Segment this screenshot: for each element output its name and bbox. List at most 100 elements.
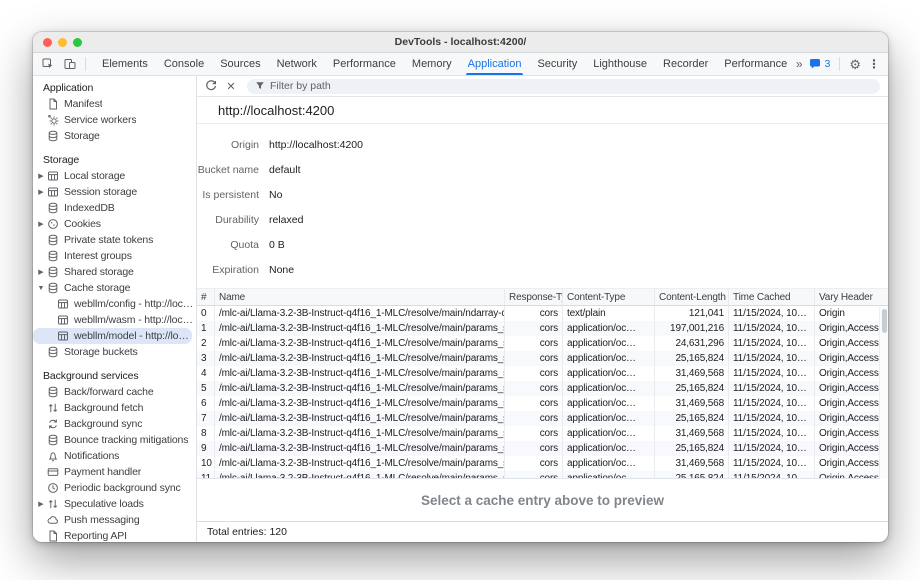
panel-tabs: ElementsConsoleSourcesNetworkPerformance… (94, 53, 788, 75)
report-key: Durability (197, 214, 259, 226)
cell-vary-header: Origin,Access… (815, 351, 879, 366)
table-row[interactable]: 9/mlc-ai/Llama-3.2-3B-Instruct-q4f16_1-M… (197, 441, 888, 456)
tab-application[interactable]: Application (460, 53, 530, 75)
settings-gear-icon[interactable]: ⚙ (849, 58, 861, 71)
sidebar-item-push-messaging[interactable]: Push messaging (33, 512, 196, 528)
column-header-time-cached[interactable]: Time Cached (729, 289, 815, 305)
bell-icon (46, 450, 59, 463)
inspect-element-icon[interactable] (39, 56, 57, 73)
chevron-right-icon[interactable]: ▶ (36, 172, 46, 180)
clock-icon (46, 482, 59, 495)
chevron-right-icon[interactable]: ▶ (36, 220, 46, 228)
column-header-[interactable]: # (197, 289, 215, 305)
cell-index: 10 (197, 456, 215, 471)
sidebar-item-shared-storage[interactable]: ▶Shared storage (33, 264, 196, 280)
tab-network[interactable]: Network (269, 53, 325, 75)
table-row[interactable]: 11/mlc-ai/Llama-3.2-3B-Instruct-q4f16_1-… (197, 471, 888, 478)
device-toolbar-icon[interactable] (61, 56, 79, 73)
table-scrollbar[interactable] (879, 307, 888, 479)
tab-lighthouse[interactable]: Lighthouse (585, 53, 655, 75)
sidebar-item-service-workers[interactable]: Service workers (33, 112, 196, 128)
preview-pane: Select a cache entry above to preview (197, 478, 888, 521)
tab-performance[interactable]: Performance (325, 53, 404, 75)
sidebar-item-private-state-tokens[interactable]: Private state tokens (33, 232, 196, 248)
chevron-right-icon[interactable]: ▶ (36, 500, 46, 508)
sidebar-item-background-fetch[interactable]: Background fetch (33, 400, 196, 416)
sidebar-item-storage-buckets[interactable]: Storage buckets (33, 344, 196, 360)
table-row[interactable]: 7/mlc-ai/Llama-3.2-3B-Instruct-q4f16_1-M… (197, 411, 888, 426)
cell-time-cached: 11/15/2024, 10… (729, 396, 815, 411)
sidebar-item-session-storage[interactable]: ▶Session storage (33, 184, 196, 200)
column-header-content-type[interactable]: Content-Type (563, 289, 655, 305)
tab-memory[interactable]: Memory (404, 53, 460, 75)
more-tabs-icon[interactable]: » (796, 57, 802, 71)
table-row[interactable]: 0/mlc-ai/Llama-3.2-3B-Instruct-q4f16_1-M… (197, 306, 888, 321)
table-row[interactable]: 4/mlc-ai/Llama-3.2-3B-Instruct-q4f16_1-M… (197, 366, 888, 381)
cell-content-type: application/oc… (563, 426, 655, 441)
sidebar-item-webllm-wasm-http-loca[interactable]: webllm/wasm - http://loca… (33, 312, 196, 328)
sidebar-item-interest-groups[interactable]: Interest groups (33, 248, 196, 264)
column-header-response-type[interactable]: Response-Type (505, 289, 563, 305)
sidebar-item-back-forward-cache[interactable]: Back/forward cache (33, 384, 196, 400)
table-row[interactable]: 5/mlc-ai/Llama-3.2-3B-Instruct-q4f16_1-M… (197, 381, 888, 396)
sidebar-item-manifest[interactable]: Manifest (33, 96, 196, 112)
report-value: default (269, 164, 301, 176)
cell-vary-header: Origin,Access… (815, 396, 879, 411)
cell-time-cached: 11/15/2024, 10… (729, 366, 815, 381)
clear-icon[interactable]: ✕ (223, 78, 239, 94)
tab-sources[interactable]: Sources (212, 53, 268, 75)
refresh-icon[interactable] (203, 78, 219, 94)
sidebar-item-label: webllm/wasm - http://loca… (74, 314, 196, 326)
tab-elements[interactable]: Elements (94, 53, 156, 75)
sidebar-item-background-sync[interactable]: Background sync (33, 416, 196, 432)
devtools-window: DevTools - localhost:4200/ ElementsConso… (33, 32, 888, 542)
cell-name: /mlc-ai/Llama-3.2-3B-Instruct-q4f16_1-ML… (215, 321, 505, 336)
sidebar-item-storage[interactable]: Storage (33, 128, 196, 144)
column-header-content-length[interactable]: Content-Length (655, 289, 729, 305)
preview-placeholder-text: Select a cache entry above to preview (421, 493, 664, 508)
sidebar-item-periodic-background-sync[interactable]: Periodic background sync (33, 480, 196, 496)
window-titlebar: DevTools - localhost:4200/ (33, 32, 888, 53)
filter-input[interactable]: Filter by path (247, 79, 880, 94)
sidebar-item-indexeddb[interactable]: IndexedDB (33, 200, 196, 216)
cell-content-type: application/oc… (563, 351, 655, 366)
cell-vary-header: Origin,Access… (815, 381, 879, 396)
table-row[interactable]: 3/mlc-ai/Llama-3.2-3B-Instruct-q4f16_1-M… (197, 351, 888, 366)
sidebar-item-speculative-loads[interactable]: ▶Speculative loads (33, 496, 196, 512)
tab-security[interactable]: Security (529, 53, 585, 75)
table-row[interactable]: 8/mlc-ai/Llama-3.2-3B-Instruct-q4f16_1-M… (197, 426, 888, 441)
sidebar-item-local-storage[interactable]: ▶Local storage (33, 168, 196, 184)
minimize-window-button[interactable] (58, 38, 67, 47)
cell-content-type: application/oc… (563, 411, 655, 426)
table-row[interactable]: 10/mlc-ai/Llama-3.2-3B-Instruct-q4f16_1-… (197, 456, 888, 471)
filter-funnel-icon (255, 81, 265, 91)
chevron-right-icon[interactable]: ▶ (36, 268, 46, 276)
column-header-vary-header[interactable]: Vary Header (815, 289, 879, 305)
table-row[interactable]: 6/mlc-ai/Llama-3.2-3B-Instruct-q4f16_1-M… (197, 396, 888, 411)
sidebar-item-webllm-model-http-loc[interactable]: webllm/model - http://loc… (33, 328, 192, 344)
sidebar-item-reporting-api[interactable]: Reporting API (33, 528, 196, 542)
table-row[interactable]: 2/mlc-ai/Llama-3.2-3B-Instruct-q4f16_1-M… (197, 336, 888, 351)
chevron-down-icon[interactable]: ▼ (36, 285, 46, 292)
tab-recorder[interactable]: Recorder (655, 53, 716, 75)
sidebar-item-notifications[interactable]: Notifications (33, 448, 196, 464)
close-window-button[interactable] (43, 38, 52, 47)
sidebar-item-label: webllm/model - http://loc… (74, 330, 192, 342)
tab-performance-insights[interactable]: Performance insights (716, 53, 788, 75)
table-body: 0/mlc-ai/Llama-3.2-3B-Instruct-q4f16_1-M… (197, 306, 888, 478)
chevron-right-icon[interactable]: ▶ (36, 188, 46, 196)
sidebar-item-webllm-config-http-loc[interactable]: webllm/config - http://loc… (33, 296, 196, 312)
sidebar-item-cache-storage[interactable]: ▼Cache storage (33, 280, 196, 296)
column-header-name[interactable]: Name (215, 289, 505, 305)
scrollbar-thumb[interactable] (882, 309, 887, 333)
database-icon (46, 130, 59, 143)
cell-content-type: application/oc… (563, 336, 655, 351)
issues-button[interactable]: 3 (809, 58, 831, 70)
tab-console[interactable]: Console (156, 53, 212, 75)
sidebar-item-payment-handler[interactable]: Payment handler (33, 464, 196, 480)
sidebar-item-bounce-tracking-mitigations[interactable]: Bounce tracking mitigations (33, 432, 196, 448)
kebab-menu-icon[interactable]: ⋮ (868, 57, 880, 71)
sidebar-item-cookies[interactable]: ▶Cookies (33, 216, 196, 232)
zoom-window-button[interactable] (73, 38, 82, 47)
table-row[interactable]: 1/mlc-ai/Llama-3.2-3B-Instruct-q4f16_1-M… (197, 321, 888, 336)
